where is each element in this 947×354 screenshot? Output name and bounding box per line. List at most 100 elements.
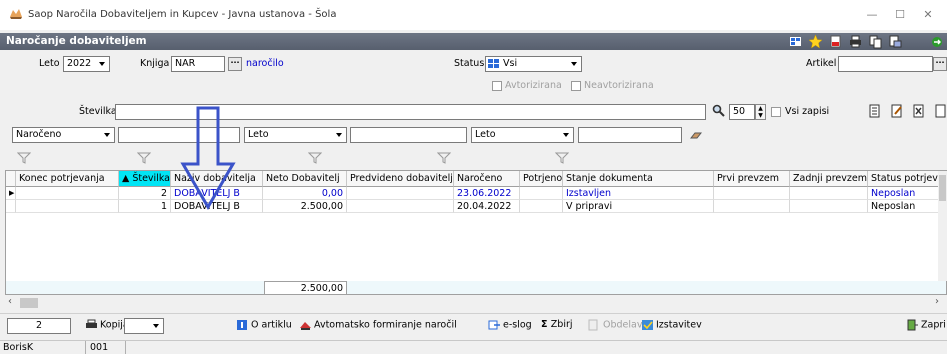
cell-neto: 0,00 <box>263 187 347 200</box>
filter-field-2-value: Leto <box>248 129 269 140</box>
limit-input[interactable]: 50 <box>729 104 755 120</box>
filter-field-3-select[interactable]: Leto <box>471 127 574 143</box>
search-icon[interactable] <box>712 104 725 117</box>
filter-value-3-input[interactable] <box>578 127 682 143</box>
chevron-down-icon <box>95 57 109 71</box>
neavtorizirana-label: Neavtorizirana <box>584 80 654 91</box>
status-select[interactable]: Vsi <box>485 56 582 72</box>
cell-stanje: V pripravi <box>563 200 714 213</box>
status-value: Vsi <box>503 58 518 69</box>
artikel-input[interactable] <box>838 56 933 72</box>
close-door-icon <box>907 319 918 331</box>
col-naroceno[interactable]: Naročeno <box>454 171 520 187</box>
exit-icon[interactable] <box>929 34 944 49</box>
cell-neto: 2.500,00 <box>263 200 347 213</box>
col-neto-dobavitelj[interactable]: Neto Dobavitelj <box>263 171 347 187</box>
leto-select[interactable]: 2022 <box>63 56 110 72</box>
vsi-zapisi-checkbox[interactable] <box>771 107 781 117</box>
chevron-down-icon <box>567 57 581 71</box>
scroll-thumb[interactable] <box>939 175 946 201</box>
avtorizirana-checkbox[interactable] <box>492 81 502 91</box>
col-status-potrjevanja[interactable]: Status potrjevanja <box>868 171 946 187</box>
izstavitev-button[interactable]: Izstavitev <box>641 319 702 331</box>
scroll-left-icon[interactable]: ‹ <box>8 296 12 307</box>
artikel-label: Artikel <box>806 58 837 69</box>
zapri-label: Zapri <box>921 319 946 331</box>
limit-stepper[interactable]: ▲ ▼ <box>755 104 766 120</box>
kopija-options-select[interactable] <box>124 318 164 334</box>
grid-layout-icon[interactable] <box>788 34 803 49</box>
bottom-toolbar: 2 Kopija O artiklu Avtomatsko formiranje… <box>0 313 947 337</box>
column-filter-icon[interactable] <box>137 152 151 164</box>
orders-grid[interactable]: Konec potrjevanja ▲ Številka Naziv dobav… <box>5 170 947 295</box>
chevron-down-icon <box>149 319 163 333</box>
column-filter-icon[interactable] <box>437 152 451 164</box>
copy-doc-icon[interactable] <box>868 34 883 49</box>
col-stanje-dokumenta[interactable]: Stanje dokumenta <box>563 171 714 187</box>
maximize-button[interactable]: ☐ <box>890 6 910 24</box>
col-konec-potrjevanja[interactable]: Konec potrjevanja <box>16 171 119 187</box>
close-button[interactable]: ✕ <box>918 6 938 24</box>
avtomatsko-label: Avtomatsko formiranje naročil <box>314 319 457 331</box>
processing-icon <box>588 319 598 331</box>
scroll-thumb[interactable] <box>20 298 38 308</box>
column-filter-icon[interactable] <box>308 152 322 164</box>
artikel-browse-button[interactable]: ··· <box>933 57 947 71</box>
column-filter-icon[interactable] <box>17 152 31 164</box>
col-stevilka[interactable]: ▲ Številka <box>119 171 171 187</box>
cell-predvideno <box>347 200 454 213</box>
zapri-button[interactable]: Zapri <box>906 319 946 331</box>
issue-doc-icon <box>642 320 653 330</box>
col-predvideno-dobavitelj[interactable]: Predvideno dobavitelj <box>347 171 454 187</box>
o-artiklu-button[interactable]: O artiklu <box>236 319 292 331</box>
cell-prvi-prevzem <box>714 200 790 213</box>
new-doc-icon[interactable] <box>868 104 881 118</box>
status-code: 001 <box>90 342 109 353</box>
col-potrjeno[interactable]: Potrjeno <box>520 171 563 187</box>
info-icon <box>237 320 247 330</box>
zbirj-button[interactable]: Σ Zbirj <box>541 319 573 330</box>
horizontal-scrollbar[interactable]: ‹ › <box>5 296 947 310</box>
tools-icon[interactable] <box>934 104 947 118</box>
paste-doc-icon[interactable] <box>888 34 903 49</box>
kopija-button[interactable]: Kopija <box>85 319 129 331</box>
print-icon[interactable] <box>848 34 863 49</box>
leto-label: Leto <box>39 58 60 69</box>
eslog-button[interactable]: e-slog <box>488 319 532 331</box>
obdelave-button[interactable]: Obdelave <box>588 319 648 331</box>
app-logo-icon <box>10 9 22 19</box>
minimize-button[interactable]: — <box>862 6 882 24</box>
cell-konec <box>16 200 119 213</box>
filter-value-2-input[interactable] <box>350 127 467 143</box>
knjiga-browse-button[interactable]: ··· <box>228 57 242 71</box>
knjiga-input[interactable]: NAR <box>171 56 225 72</box>
pdf-export-icon[interactable] <box>828 34 843 49</box>
col-prvi-prevzem[interactable]: Prvi prevzem <box>714 171 790 187</box>
filter-field-1-select[interactable]: Naročeno <box>12 127 115 143</box>
status-separator <box>85 341 86 354</box>
avtorizirana-label: Avtorizirana <box>505 80 562 91</box>
record-count: 2 <box>7 318 71 334</box>
cell-potrjeno <box>520 200 563 213</box>
chevron-down-icon <box>100 128 114 142</box>
knjiga-link[interactable]: naročilo <box>246 58 284 69</box>
izstavitev-label: Izstavitev <box>656 319 702 331</box>
avtomatsko-button[interactable]: Avtomatsko formiranje naročil <box>299 319 457 331</box>
edit-doc-icon[interactable] <box>890 104 903 118</box>
eraser-icon[interactable] <box>690 130 702 140</box>
column-filter-icon[interactable] <box>555 152 569 164</box>
cell-konec <box>16 187 119 200</box>
status-separator <box>125 341 126 354</box>
col-zadnji-prevzem[interactable]: Zadnji prevzem <box>790 171 868 187</box>
filter-field-2-select[interactable]: Leto <box>244 127 347 143</box>
grid-indicator-header <box>6 171 16 187</box>
annotation-arrow-icon <box>180 106 236 210</box>
vertical-scrollbar[interactable] <box>938 171 947 281</box>
status-user: BorisK <box>3 342 34 353</box>
header-bar: Naročanje dobaviteljem <box>0 33 947 50</box>
favorite-star-icon[interactable] <box>808 34 823 49</box>
neavtorizirana-checkbox[interactable] <box>571 81 581 91</box>
filter-field-1-value: Naročeno <box>16 129 62 140</box>
delete-doc-icon[interactable] <box>912 104 925 118</box>
scroll-right-icon[interactable]: › <box>935 296 939 307</box>
